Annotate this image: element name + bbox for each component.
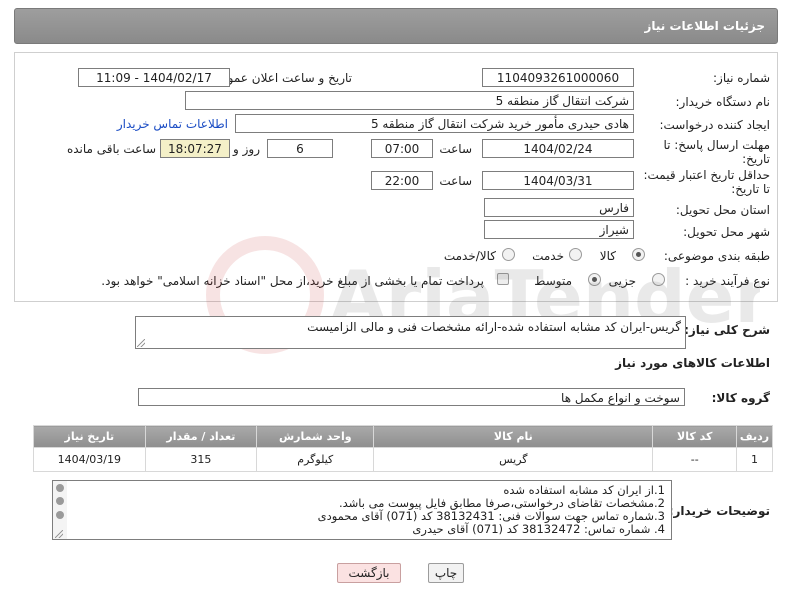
category-option-goods-service: کالا/خدمت — [443, 249, 496, 263]
reply-deadline-date-field[interactable]: 1404/02/24 — [482, 139, 634, 158]
page-title: جزئیات اطلاعات نیاز — [644, 19, 765, 33]
buyer-org-field[interactable]: شرکت انتقال گاز منطقه 5 — [185, 91, 634, 110]
col-header-need-date: تاریخ نیاز — [33, 425, 146, 448]
announce-datetime-field[interactable]: 1404/02/17 - 11:09 — [78, 68, 230, 87]
col-header-item-code: کد کالا — [652, 425, 738, 448]
buyer-notes-label: توضیحات خریدار: — [668, 504, 770, 518]
price-validity-time-field[interactable]: 22:00 — [371, 171, 433, 190]
reply-deadline-time-label: ساعت — [439, 142, 472, 156]
goods-group-field[interactable]: سوخت و انواع مکمل ها — [138, 388, 685, 406]
table-row[interactable]: 1 -- گریس کیلوگرم 315 1404/03/19 — [33, 447, 773, 472]
cell-row-number: 1 — [736, 447, 773, 472]
goods-group-label: گروه کالا: — [711, 391, 770, 405]
back-button[interactable]: بازگشت — [337, 563, 401, 583]
purchase-type-option-minor: جزیی — [608, 274, 636, 288]
reply-deadline-days-field[interactable]: 6 — [267, 139, 333, 158]
need-number-label: شماره نیاز: — [713, 71, 770, 85]
col-header-unit: واحد شمارش — [256, 425, 375, 448]
reply-deadline-label-line2: تاریخ: — [742, 152, 770, 166]
items-table: ردیف کد کالا نام کالا واحد شمارش تعداد /… — [33, 425, 773, 472]
print-button[interactable]: چاپ — [428, 563, 464, 583]
remaining-time-label: ساعت باقی مانده — [66, 142, 156, 156]
category-radio-goods-service[interactable] — [502, 248, 515, 261]
category-label: طبقه بندی موضوعی: — [663, 249, 770, 263]
price-validity-time-label: ساعت — [439, 174, 472, 188]
reply-deadline-days-label: روز و — [233, 142, 260, 156]
buyer-notes-line-4: 4. شماره تماس: 38132472 کد (071) آقای حی… — [412, 522, 665, 536]
description-text: گریس-ایران کد مشابه استفاده شده-ارائه مش… — [307, 320, 681, 334]
buyer-contact-link[interactable]: اطلاعات تماس خریدار — [117, 117, 228, 131]
price-validity-label-line1: حداقل تاریخ اعتبار قیمت: — [643, 168, 770, 182]
need-number-field[interactable]: 1104093261000060 — [482, 68, 634, 87]
requester-field[interactable]: هادی حیدری مأمور خرید شرکت انتقال گاز من… — [235, 114, 634, 133]
col-header-item-name: نام کالا — [373, 425, 654, 448]
page-header: جزئیات اطلاعات نیاز — [14, 8, 778, 44]
remaining-time-field: 18:07:27 — [160, 139, 230, 158]
scroll-thumb-icon[interactable] — [56, 497, 64, 505]
col-header-quantity: تعداد / مقدار — [144, 425, 258, 448]
purchase-type-label: نوع فرآیند خرید : — [685, 274, 770, 288]
cell-quantity: 315 — [144, 447, 258, 472]
purchase-type-option-medium: متوسط — [534, 274, 572, 288]
description-label: شرح کلی نیاز: — [684, 323, 770, 337]
category-option-goods: کالا — [599, 249, 616, 263]
purchase-type-radio-minor[interactable] — [652, 273, 665, 286]
cell-unit: کیلوگرم — [256, 447, 375, 472]
goods-section-title: اطلاعات کالاهای مورد نیاز — [615, 356, 770, 370]
reply-deadline-time-field[interactable]: 07:00 — [371, 139, 433, 158]
treasury-bonds-text: پرداخت تمام یا بخشی از مبلغ خرید،از محل … — [101, 274, 484, 288]
province-field[interactable]: فارس — [484, 198, 634, 217]
price-validity-label-line2: تا تاریخ: — [731, 182, 770, 196]
requester-label: ایجاد کننده درخواست: — [659, 118, 770, 132]
city-field[interactable]: شیراز — [484, 220, 634, 239]
cell-need-date: 1404/03/19 — [33, 447, 146, 472]
reply-deadline-label-line1: مهلت ارسال پاسخ: تا — [663, 138, 770, 152]
col-header-row-number: ردیف — [736, 425, 773, 448]
description-field[interactable]: گریس-ایران کد مشابه استفاده شده-ارائه مش… — [135, 316, 686, 349]
treasury-bonds-checkbox[interactable] — [497, 273, 509, 285]
page: جزئیات اطلاعات نیاز شماره نیاز: 11040932… — [0, 0, 788, 598]
city-label: شهر محل تحویل: — [683, 225, 770, 239]
purchase-type-radio-medium[interactable] — [588, 273, 601, 286]
scroll-down-icon[interactable] — [56, 511, 64, 519]
category-radio-goods[interactable] — [632, 248, 645, 261]
province-label: استان محل تحویل: — [675, 203, 770, 217]
items-table-header-row: ردیف کد کالا نام کالا واحد شمارش تعداد /… — [33, 425, 773, 448]
scroll-up-icon[interactable] — [56, 484, 64, 492]
category-option-service: خدمت — [532, 249, 564, 263]
buyer-org-label: نام دستگاه خریدار: — [675, 95, 771, 109]
buyer-notes-resize-handle[interactable] — [55, 530, 63, 538]
category-radio-service[interactable] — [569, 248, 582, 261]
cell-item-name: گریس — [373, 447, 654, 472]
description-resize-handle[interactable] — [137, 339, 145, 347]
price-validity-date-field[interactable]: 1404/03/31 — [482, 171, 634, 190]
cell-item-code: -- — [652, 447, 738, 472]
buyer-notes-field[interactable]: 1.از ایران کد مشابه استفاده شده 2.مشخصات… — [52, 480, 672, 540]
